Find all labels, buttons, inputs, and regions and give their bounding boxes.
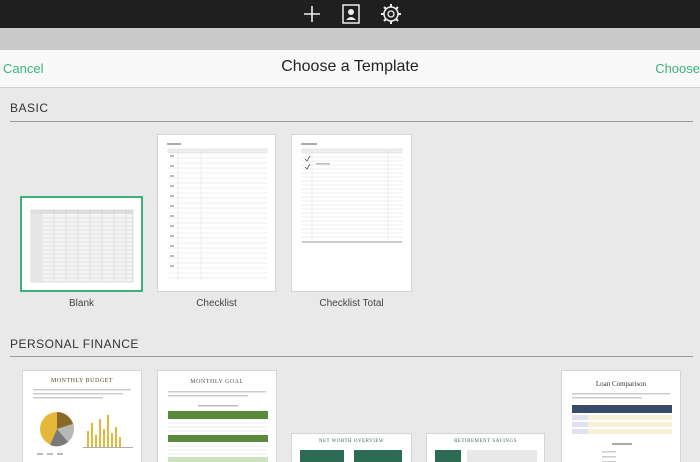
- choose-button[interactable]: Choose: [655, 61, 700, 76]
- template-monthly-budget[interactable]: MONTHLY BUDGET: [22, 370, 142, 462]
- template-label-checklist: Checklist: [196, 298, 237, 309]
- monthly-budget-thumbnail: [33, 389, 133, 455]
- section-title-personal-finance: PERSONAL FINANCE: [10, 337, 139, 351]
- template-checklist[interactable]: [157, 134, 276, 292]
- template-thumb-title: NET WORTH OVERVIEW: [318, 439, 385, 444]
- background-band: [0, 28, 700, 50]
- section-divider: [10, 121, 693, 122]
- template-thumb-title: MONTHLY BUDGET: [50, 378, 113, 384]
- plus-icon[interactable]: [300, 2, 324, 26]
- template-retirement-savings[interactable]: RETIREMENT SAVINGS: [426, 433, 545, 462]
- section-title-basic: BASIC: [10, 101, 49, 115]
- template-label-checklist-total: Checklist Total: [319, 298, 384, 309]
- checklist-thumbnail: [167, 143, 268, 280]
- template-monthly-goal[interactable]: MONTHLY GOAL: [157, 370, 277, 462]
- blank-thumbnail: [30, 209, 134, 283]
- template-thumb-title: Loan Comparison: [595, 380, 647, 388]
- template-thumb-title: MONTHLY GOAL: [190, 379, 244, 385]
- template-net-worth-overview[interactable]: NET WORTH OVERVIEW: [291, 433, 412, 462]
- template-loan-comparison[interactable]: Loan Comparison: [561, 370, 681, 462]
- top-toolbar: [0, 0, 700, 28]
- template-blank[interactable]: [20, 196, 143, 292]
- gear-icon[interactable]: [379, 2, 403, 26]
- checklist-total-thumbnail: [301, 143, 403, 243]
- section-divider: [10, 356, 693, 357]
- page-title: Choose a Template: [281, 58, 419, 75]
- template-label-blank: Blank: [68, 298, 94, 309]
- portrait-icon[interactable]: [339, 2, 363, 26]
- template-chooser-navbar: Cancel Choose a Template Choose: [0, 50, 700, 88]
- template-checklist-total[interactable]: [291, 134, 412, 292]
- template-thumb-title: RETIREMENT SAVINGS: [454, 439, 517, 444]
